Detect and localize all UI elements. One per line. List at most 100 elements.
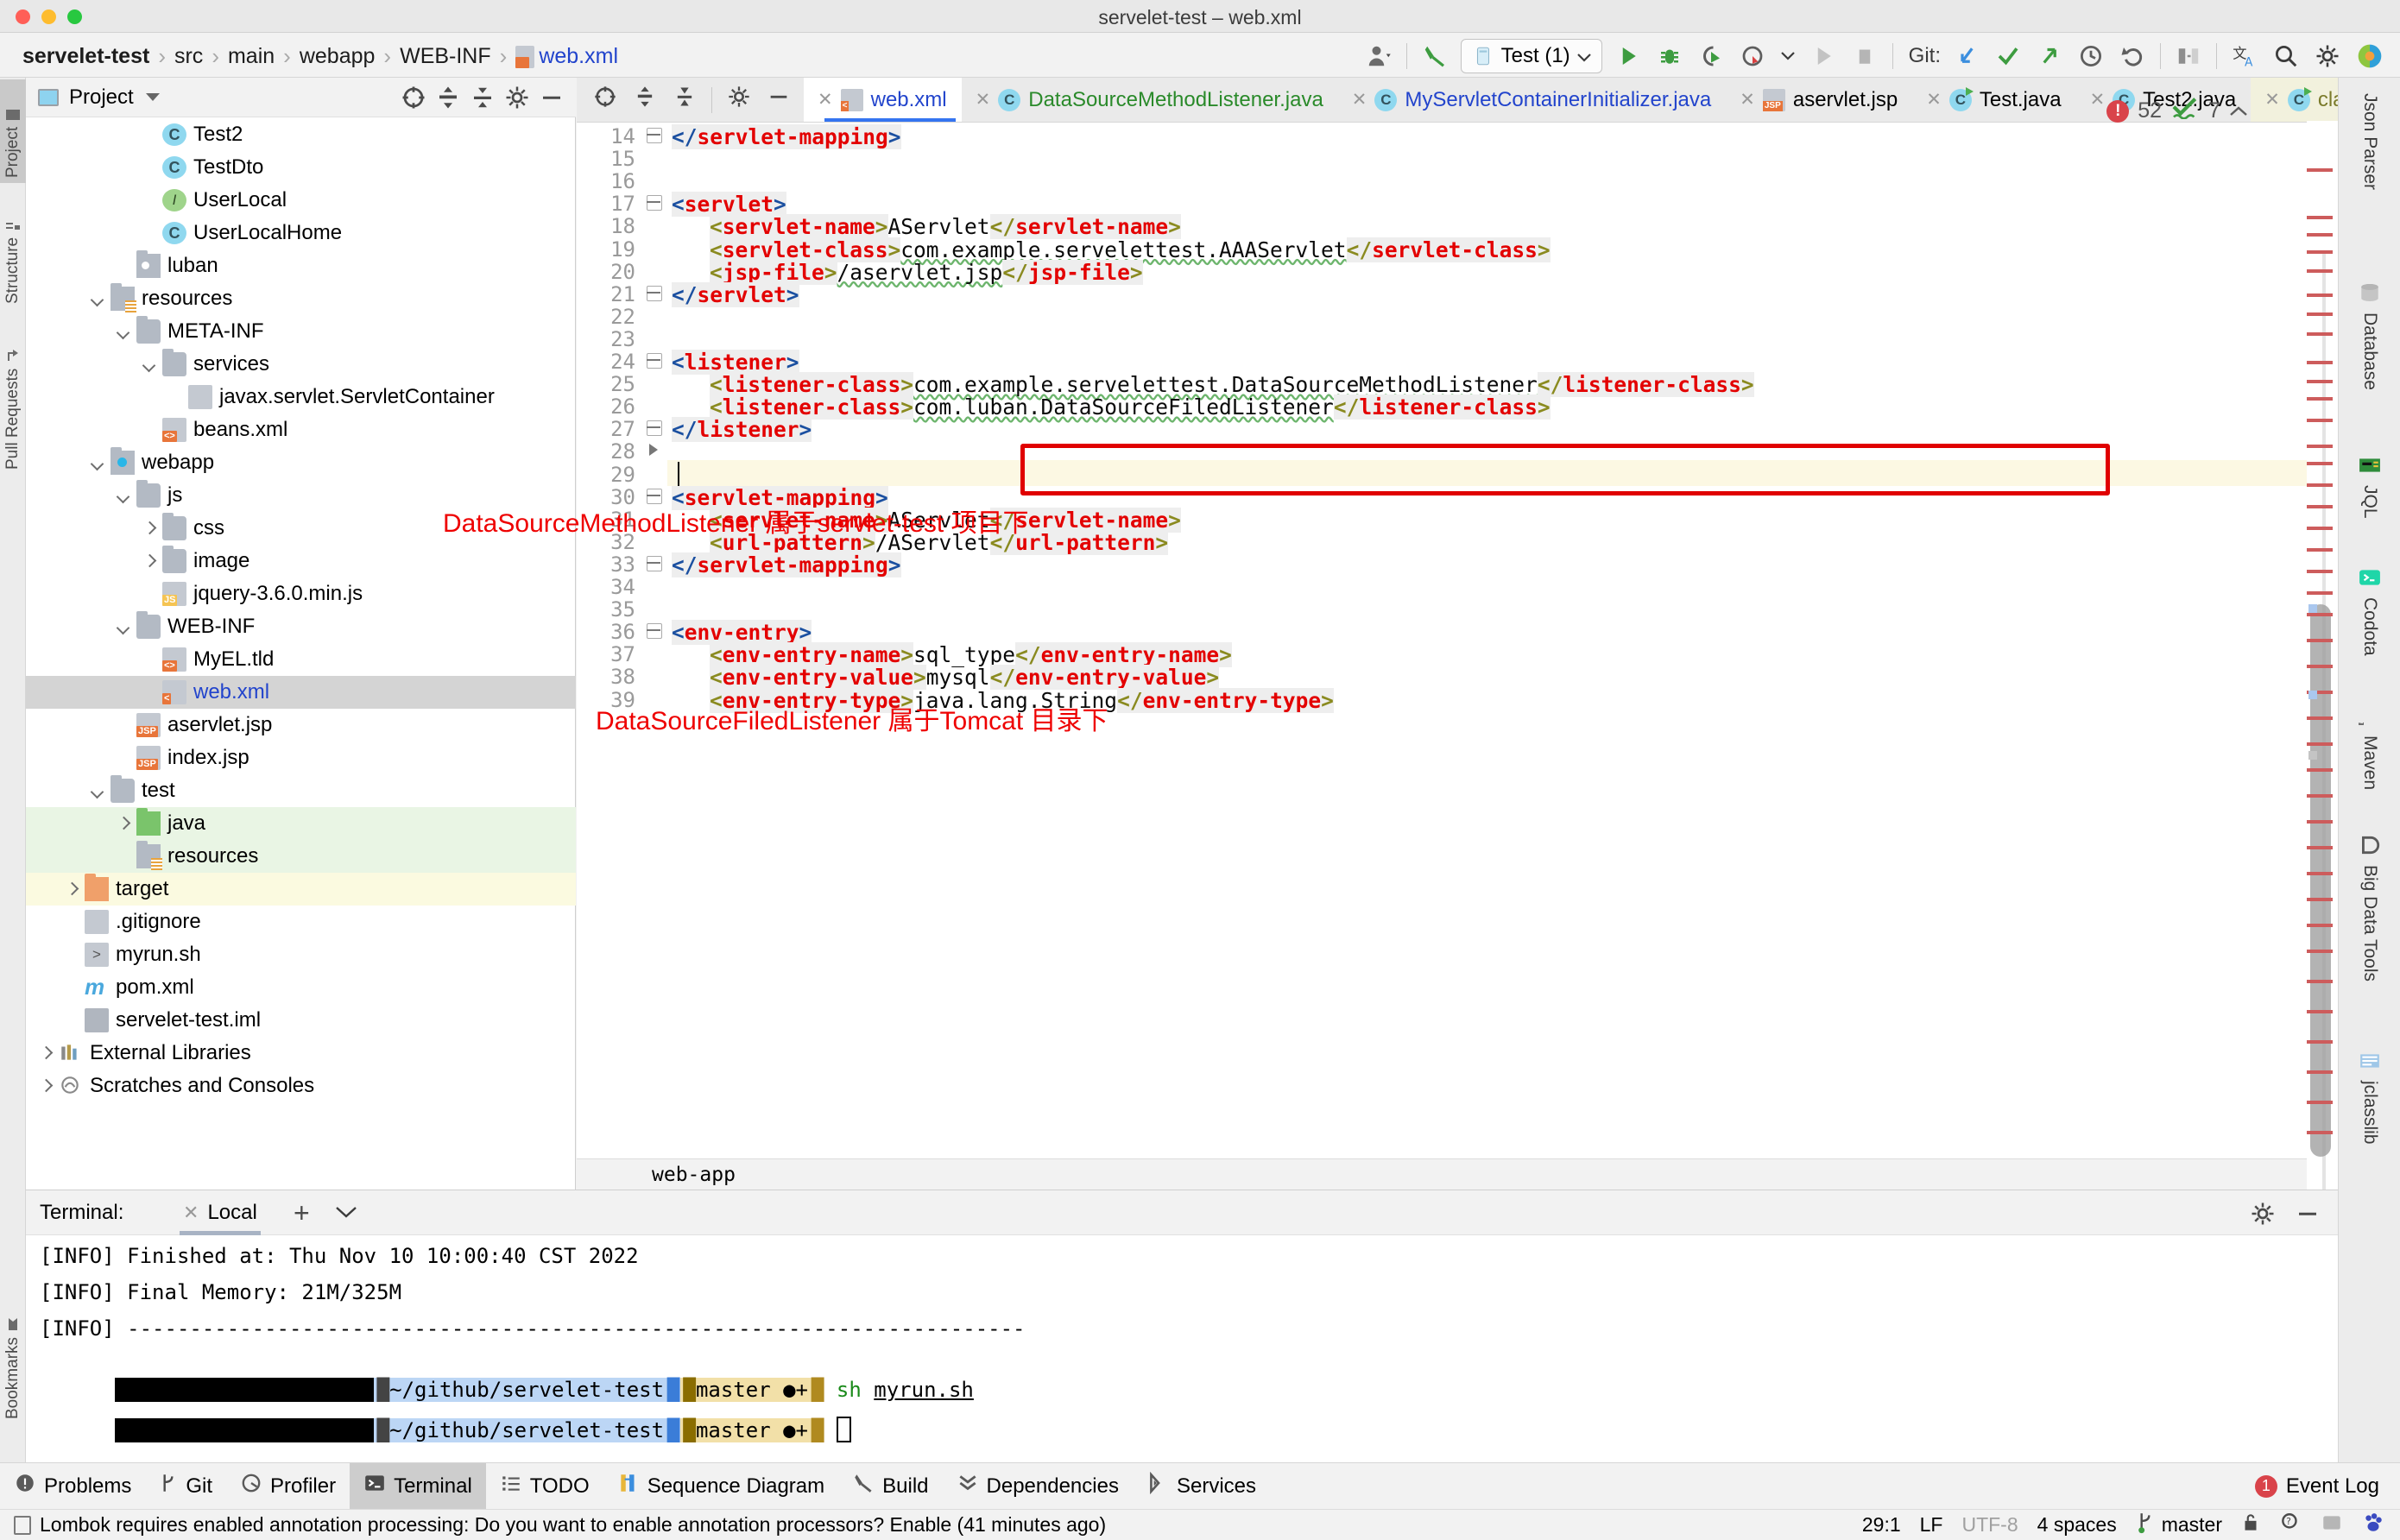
tree-item-aservlet-jsp[interactable]: JSP aservlet.jsp <box>26 709 576 742</box>
error-marker[interactable] <box>2307 613 2333 616</box>
sidebar-item-structure[interactable]: Structure <box>0 197 26 309</box>
tool-window-button-services[interactable]: Services <box>1133 1463 1270 1510</box>
error-marker[interactable] <box>2307 250 2333 254</box>
error-marker[interactable] <box>2307 419 2333 422</box>
tool-window-button-terminal[interactable]: Terminal <box>350 1462 486 1510</box>
tree-item-testdto[interactable]: C TestDto <box>26 151 576 184</box>
right-sidebar-item-json-parser[interactable]: Json Parser <box>2339 86 2400 259</box>
error-marker[interactable] <box>2307 312 2333 316</box>
tree-item-test[interactable]: test <box>26 774 576 807</box>
editor-vertical-scrollbar[interactable] <box>2310 604 2331 1157</box>
error-marker[interactable] <box>2307 293 2333 297</box>
search-everywhere-icon[interactable] <box>2265 39 2307 73</box>
git-branch-widget[interactable]: master <box>2136 1512 2222 1539</box>
tree-item-web-inf[interactable]: WEB-INF <box>26 610 576 643</box>
tool-window-button-build[interactable]: Build <box>838 1463 942 1510</box>
code-line[interactable]: <listener-class>com.example.servelettest… <box>577 372 2245 398</box>
error-marker[interactable] <box>2307 483 2333 487</box>
chevron-down-icon[interactable] <box>90 290 107 307</box>
chevron-down-icon[interactable] <box>116 487 133 504</box>
chevron-down-icon[interactable] <box>142 356 159 373</box>
error-marker[interactable] <box>2307 168 2333 172</box>
editor-tab-test-java[interactable]: ✕ C Test.java <box>1912 78 2075 122</box>
git-commit-icon[interactable] <box>1987 39 2029 73</box>
chevron-right-icon[interactable] <box>142 552 159 570</box>
editor-marker-pane[interactable] <box>2307 121 2338 1299</box>
code-line[interactable]: <listener> <box>577 350 2245 375</box>
collapse-all-icon[interactable] <box>465 80 500 115</box>
error-marker[interactable] <box>2307 548 2333 552</box>
chevron-down-icon[interactable] <box>1773 39 1803 73</box>
tree-item-external-libraries[interactable]: External Libraries <box>26 1037 576 1070</box>
error-marker[interactable] <box>2307 269 2333 273</box>
chevron-right-icon[interactable] <box>38 1077 55 1095</box>
profiler-icon[interactable] <box>1732 39 1773 73</box>
error-marker[interactable] <box>2307 950 2333 953</box>
run-configuration-selector[interactable]: Test (1) <box>1460 39 1602 73</box>
error-marker[interactable] <box>2307 665 2333 668</box>
run-icon[interactable] <box>1607 39 1649 73</box>
terminal-hide-icon[interactable] <box>2295 1201 2321 1233</box>
project-tree[interactable]: C Test2 C TestDto I UserLocal C UserLocalHome lu… <box>26 118 576 1190</box>
code-line[interactable]: <env-entry-name>sql_type</env-entry-name… <box>577 642 2245 668</box>
chevron-down-icon[interactable] <box>90 454 107 471</box>
run-with-coverage-icon[interactable] <box>1690 39 1732 73</box>
chevron-up-icon[interactable] <box>2229 98 2248 123</box>
error-marker[interactable] <box>2307 591 2333 595</box>
editor-tab-web-xml[interactable]: ✕ < web.xml <box>804 78 962 122</box>
locate-file-icon[interactable] <box>585 85 625 115</box>
change-marker[interactable] <box>2308 751 2317 760</box>
code-line[interactable]: <listener-class>com.luban.DataSourceFile… <box>577 394 2245 420</box>
new-terminal-session-icon[interactable]: + <box>294 1197 310 1229</box>
code-line[interactable]: <servlet-name>AServlet</servlet-name> <box>577 214 2245 240</box>
chevron-down-icon[interactable] <box>116 618 133 635</box>
tree-item-jquery-3-6-0-min-js[interactable]: JS jquery-3.6.0.min.js <box>26 578 576 610</box>
tree-item-myrun-sh[interactable]: > myrun.sh <box>26 938 576 971</box>
inspection-widget[interactable]: ! 52 7 <box>2106 97 2248 125</box>
error-marker[interactable] <box>2307 1070 2333 1074</box>
error-marker[interactable] <box>2307 898 2333 901</box>
tree-item-servelet-test-iml[interactable]: servelet-test.iml <box>26 1004 576 1037</box>
debug-icon[interactable] <box>1649 39 1690 73</box>
tree-item-pom-xml[interactable]: m pom.xml <box>26 971 576 1004</box>
breadcrumb-item-webinf[interactable]: WEB-INF <box>391 44 500 69</box>
tool-window-button-git[interactable]: Git <box>145 1463 226 1510</box>
error-marker[interactable] <box>2307 380 2333 383</box>
line-separator[interactable]: LF <box>1920 1513 1943 1537</box>
inspection-profile-icon[interactable]: ? <box>2279 1512 2302 1539</box>
tree-item-myel-tld[interactable]: <> MyEL.tld <box>26 643 576 676</box>
error-marker[interactable] <box>2307 846 2333 849</box>
tree-item-webapp[interactable]: webapp <box>26 446 576 479</box>
change-marker[interactable] <box>2308 691 2317 699</box>
code-line[interactable]: </listener> <box>577 417 2245 443</box>
user-avatar-icon[interactable] <box>1358 39 1399 73</box>
chevron-down-icon[interactable] <box>90 782 107 799</box>
error-marker[interactable] <box>2307 505 2333 508</box>
tree-item-meta-inf[interactable]: META-INF <box>26 315 576 348</box>
code-content[interactable]: </servlet-mapping> <servlet> <servlet-name… <box>577 123 2245 1146</box>
expand-all-icon[interactable] <box>625 85 665 115</box>
breadcrumb-item-webapp[interactable]: webapp <box>291 44 384 69</box>
right-sidebar-item-codota[interactable]: Codota <box>2339 561 2400 691</box>
breadcrumb-item-main[interactable]: main <box>219 44 283 69</box>
breadcrumb-item-project[interactable]: servelet-test <box>14 44 158 69</box>
code-line[interactable]: <env-entry> <box>577 620 2245 646</box>
code-line[interactable]: <env-entry-value>mysql</env-entry-value> <box>577 665 2245 691</box>
settings-gear-icon[interactable] <box>2307 39 2348 73</box>
chevron-right-icon[interactable] <box>116 815 133 832</box>
error-marker[interactable] <box>2307 216 2333 219</box>
hide-panel-icon[interactable] <box>534 80 569 115</box>
project-view-chevron-down-icon[interactable] <box>145 93 160 101</box>
error-marker[interactable] <box>2307 527 2333 530</box>
close-icon[interactable]: ✕ <box>2264 89 2280 110</box>
chevron-right-icon[interactable] <box>38 1045 55 1062</box>
code-line[interactable]: </servlet> <box>577 281 2245 307</box>
error-marker[interactable] <box>2307 1101 2333 1104</box>
tool-window-button-todo[interactable]: TODO <box>486 1463 603 1510</box>
breadcrumb-item-file[interactable]: web.xml <box>507 44 627 69</box>
close-icon[interactable]: ✕ <box>2090 89 2106 110</box>
breadcrumb-item-src[interactable]: src <box>166 44 212 69</box>
tree-item-luban[interactable]: luban <box>26 249 576 282</box>
tree-item-target[interactable]: target <box>26 873 576 906</box>
tree-item-index-jsp[interactable]: JSP index.jsp <box>26 742 576 774</box>
